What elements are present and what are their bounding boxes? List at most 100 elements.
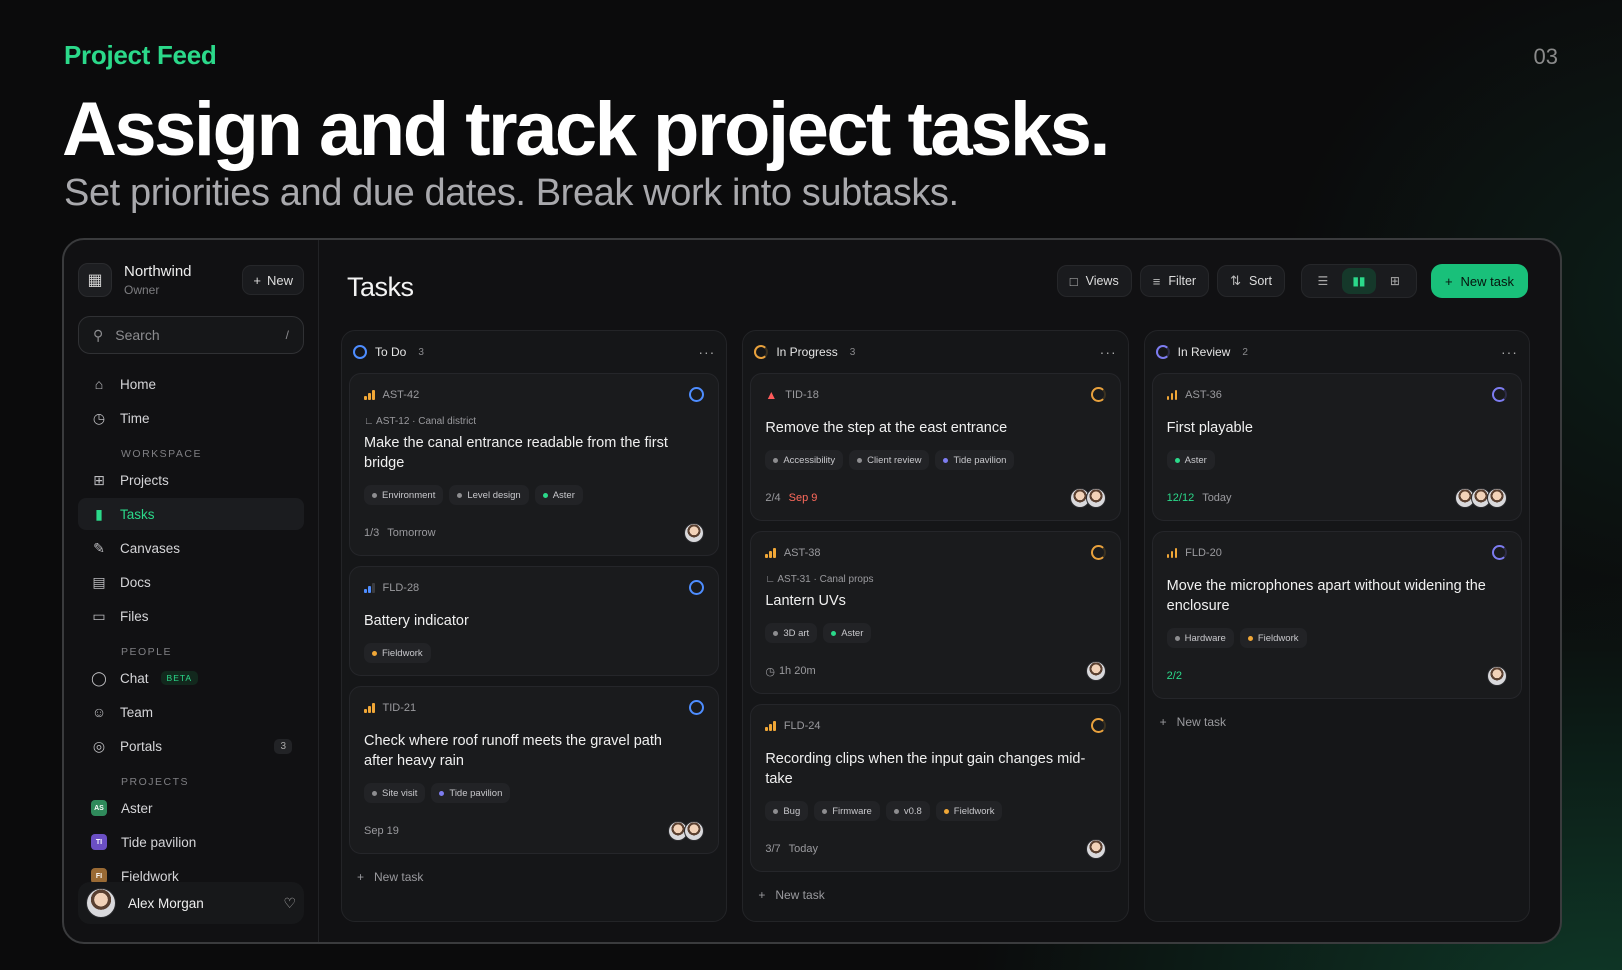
sidebar-item-home[interactable]: ⌂ Home: [78, 368, 304, 400]
sidebar-item-files[interactable]: ▭ Files: [78, 600, 304, 632]
subheadline: Set priorities and due dates. Break work…: [64, 172, 959, 214]
plus-icon: +: [758, 888, 766, 902]
bell-icon[interactable]: ♡: [283, 895, 296, 912]
in-progress-status-icon[interactable]: [1090, 718, 1106, 733]
filter-button[interactable]: ≡ Filter: [1139, 265, 1210, 297]
task-card[interactable]: AST-38 ∟ AST-31 · Canal props Lantern UV…: [750, 531, 1121, 694]
column-count: 3: [418, 346, 424, 358]
sidebar-item-time[interactable]: ◷ Time: [78, 402, 304, 434]
sidebar-item-team[interactable]: ☺ Team: [78, 696, 304, 728]
in-progress-status-icon[interactable]: [1090, 545, 1106, 560]
in-progress-status-icon[interactable]: [1090, 387, 1106, 402]
task-card[interactable]: FLD-24 Recording clips when the input ga…: [750, 704, 1121, 872]
in-review-status-icon[interactable]: [1491, 545, 1507, 560]
tag: 3D art: [765, 623, 818, 643]
task-card[interactable]: FLD-20 Move the microphones apart withou…: [1151, 531, 1522, 699]
search-input[interactable]: ⚲ Search /: [78, 316, 304, 354]
board-view-icon[interactable]: ▮▮: [1341, 268, 1376, 294]
sidebar-item-portals[interactable]: ◎ Portals 3: [78, 730, 304, 762]
add-task-button[interactable]: + New task: [349, 864, 719, 890]
view-switcher: ☰ ▮▮ ⊞: [1300, 264, 1417, 298]
tag-label: Bug: [783, 805, 801, 817]
sidebar-project-aster[interactable]: AS Aster: [78, 792, 304, 824]
clock-icon: ◷: [765, 665, 775, 678]
sidebar-item-chat[interactable]: ◯ Chat BETA: [78, 662, 304, 694]
task-card[interactable]: TID-21 Check where roof runoff meets the…: [349, 686, 720, 854]
clock-icon: ◷: [92, 409, 106, 426]
tag: Client review: [849, 450, 930, 470]
sidebar-item-docs[interactable]: ▤ Docs: [78, 566, 304, 598]
more-icon[interactable]: ···: [1501, 344, 1518, 360]
list-view-icon[interactable]: ☰: [1306, 268, 1340, 294]
sort-button[interactable]: ⇅ Sort: [1217, 265, 1285, 297]
task-id: AST-38: [783, 547, 821, 559]
due-date: Today: [1202, 492, 1232, 504]
avatar: [86, 888, 116, 918]
views-label: Views: [1085, 274, 1119, 288]
task-title: Move the microphones apart without widen…: [1166, 578, 1486, 614]
column-count: 3: [849, 346, 856, 358]
workspace-switcher[interactable]: ▦ Northwind Owner + New: [78, 256, 304, 304]
page-number: 03: [1533, 44, 1558, 69]
tag: Site visit: [364, 783, 426, 803]
sidebar-project-tide-pavilion[interactable]: TI Tide pavilion: [78, 826, 304, 858]
task-card[interactable]: FLD-28 Battery indicator Fieldwork: [349, 566, 720, 676]
toolbar: □ Views ≡ Filter ⇅ Sort ☰ ▮▮ ⊞ + New task: [1056, 264, 1528, 298]
parent-task: ∟ AST-31 · Canal props: [765, 574, 1105, 585]
priority-low-icon: [364, 583, 375, 593]
task-card[interactable]: AST-36 First playable Aster 12/12 Today: [1151, 373, 1522, 521]
sidebar-item-tasks[interactable]: ▮ Tasks: [78, 498, 304, 530]
in-review-status-icon: [1155, 345, 1170, 359]
sidebar-item-label: Aster: [121, 800, 153, 816]
tag-label: Environment: [382, 489, 436, 501]
user-menu[interactable]: Alex Morgan ♡: [78, 882, 304, 924]
board-icon: ▮: [95, 505, 103, 522]
folder-icon: ▭: [92, 607, 106, 624]
in-review-status-icon[interactable]: [1491, 387, 1507, 402]
task-id: FLD-24: [783, 720, 821, 732]
new-task-label: New task: [1460, 273, 1514, 289]
subtask-progress: 12/12: [1166, 492, 1195, 504]
avatar: [684, 821, 705, 841]
kanban-board: To Do 3 ··· AST-42 ∟ AST-12 · Canal dist…: [341, 330, 1530, 922]
subtask-progress: 2/2: [1166, 670, 1182, 682]
workspace-name: Northwind: [124, 263, 192, 280]
views-button[interactable]: □ Views: [1056, 265, 1132, 297]
tag: Fieldwork: [935, 801, 1003, 821]
parent-task-label: AST-31 · Canal props: [777, 574, 874, 585]
add-task-button[interactable]: + New task: [750, 882, 1120, 908]
column-todo: To Do 3 ··· AST-42 ∟ AST-12 · Canal dist…: [341, 330, 728, 922]
time-tracked: 1h 20m: [778, 665, 816, 677]
todo-status-icon: [353, 345, 367, 359]
new-task-button[interactable]: + New task: [1430, 264, 1528, 298]
plus-icon: +: [253, 272, 261, 288]
task-card[interactable]: AST-42 ∟ AST-12 · Canal district Make th…: [349, 373, 720, 556]
sidebar: ▦ Northwind Owner + New ⚲ Search / ⌂ Home …: [64, 240, 319, 942]
sidebar-item-projects[interactable]: ⊞ Projects: [78, 464, 304, 496]
bookmark-icon: □: [1069, 273, 1078, 289]
tag: Tide pavilion: [431, 783, 511, 803]
more-icon[interactable]: ···: [698, 344, 715, 360]
section-workspace: WORKSPACE: [121, 448, 202, 460]
add-task-button[interactable]: + New task: [1152, 709, 1522, 735]
tag-label: Client review: [867, 454, 922, 466]
task-id: FLD-20: [1185, 547, 1222, 559]
sidebar-item-canvases[interactable]: ✎ Canvases: [78, 532, 304, 564]
sidebar-item-label: Docs: [120, 574, 151, 590]
urgent-warning-icon: ▲: [765, 388, 778, 402]
new-button[interactable]: + New: [242, 265, 304, 295]
search-shortcut: /: [285, 328, 289, 342]
project-badge: TI: [91, 834, 107, 850]
subtask-progress: 1/3: [364, 527, 380, 539]
add-task-label: New task: [775, 888, 825, 902]
grid-view-icon[interactable]: ⊞: [1378, 268, 1412, 294]
tag: Level design: [449, 485, 529, 505]
more-icon[interactable]: ···: [1100, 344, 1117, 360]
tag: v0.8: [885, 801, 930, 821]
task-title: Recording clips when the input gain chan…: [765, 751, 1086, 787]
task-title: First playable: [1166, 420, 1253, 436]
task-id: TID-18: [785, 389, 819, 401]
subtask-progress: 3/7: [765, 843, 781, 855]
task-card[interactable]: ▲ TID-18 Remove the step at the east entr…: [750, 373, 1121, 521]
tag: Fieldwork: [364, 643, 431, 663]
